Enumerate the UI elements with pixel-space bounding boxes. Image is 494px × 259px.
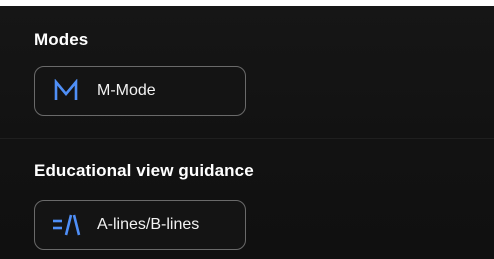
a-lines-b-lines-icon [51, 212, 81, 238]
m-mode-button[interactable]: M-Mode [34, 66, 246, 116]
a-lines-b-lines-label: A-lines/B-lines [97, 216, 200, 233]
a-lines-b-lines-button[interactable]: A-lines/B-lines [34, 200, 246, 250]
modes-section-title: Modes [34, 30, 89, 49]
m-mode-icon [51, 78, 81, 104]
m-mode-label: M-Mode [97, 82, 156, 99]
section-divider [0, 138, 494, 139]
educational-guidance-section-title: Educational view guidance [34, 161, 254, 180]
top-edge [0, 0, 494, 6]
settings-panel: Modes M-Mode Educational view guidance A… [0, 0, 494, 259]
